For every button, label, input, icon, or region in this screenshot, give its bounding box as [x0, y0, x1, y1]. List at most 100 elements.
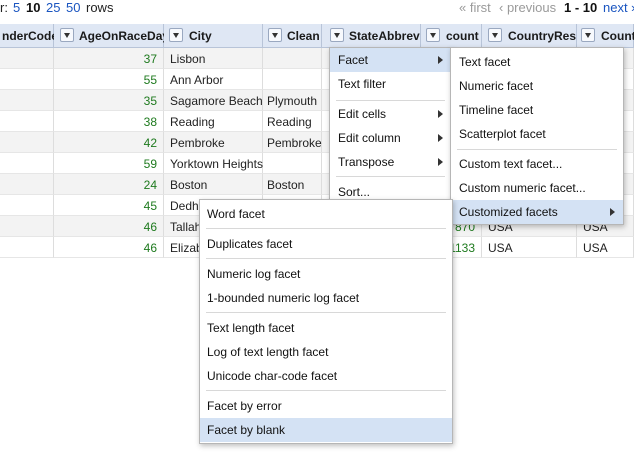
cell-value: Sagamore Beach [170, 94, 263, 108]
cell-value: Plymouth [267, 94, 318, 108]
column-dropdown-icon[interactable] [581, 28, 595, 42]
menu-item-facet-by-blank[interactable]: Facet by blank [200, 418, 452, 442]
table-cell[interactable] [0, 195, 54, 216]
table-cell[interactable] [0, 153, 54, 174]
table-cell[interactable]: 59 [54, 153, 164, 174]
table-cell[interactable]: 38 [54, 111, 164, 132]
column-header-ageonraceday[interactable]: AgeOnRaceDay [54, 24, 169, 48]
column-header-label: Clean [287, 29, 320, 43]
column-header-city[interactable]: City [164, 24, 263, 48]
customized-facets-submenu: Word facet Duplicates facet Numeric log … [199, 199, 453, 444]
table-cell[interactable]: Boston [263, 174, 322, 195]
cell-value: 37 [143, 52, 157, 66]
menu-item-facet-by-error[interactable]: Facet by error [200, 394, 452, 418]
menu-item-transpose[interactable]: Transpose [330, 150, 451, 174]
menu-item-numeric-facet[interactable]: Numeric facet [451, 74, 623, 98]
column-header-label: nderCode [2, 29, 59, 43]
table-cell[interactable]: Boston [164, 174, 263, 195]
menu-separator [206, 390, 446, 391]
chevron-right-icon [438, 158, 443, 166]
menu-item-text-facet[interactable]: Text facet [451, 50, 623, 74]
table-cell[interactable]: 46 [54, 216, 164, 237]
table-cell[interactable] [0, 216, 54, 237]
first-page-link[interactable]: « first [459, 0, 491, 15]
previous-page-link[interactable]: ‹ previous [499, 0, 556, 15]
menu-item-custom-text-facet[interactable]: Custom text facet... [451, 152, 623, 176]
menu-item-label: Numeric facet [459, 79, 534, 93]
table-cell[interactable]: 46 [54, 237, 164, 258]
menu-item-numeric-log-facet[interactable]: Numeric log facet [200, 262, 452, 286]
cell-value: Reading [267, 115, 312, 129]
chevron-right-icon [438, 56, 443, 64]
column-dropdown-icon[interactable] [268, 28, 282, 42]
menu-item-label: Facet by error [207, 399, 282, 413]
column-dropdown-icon[interactable] [330, 28, 344, 42]
menu-separator [336, 100, 445, 101]
column-dropdown-icon[interactable] [60, 28, 74, 42]
table-cell[interactable]: 37 [54, 48, 164, 69]
menu-item-bounded-numeric-log-facet[interactable]: 1-bounded numeric log facet [200, 286, 452, 310]
menu-item-log-text-length-facet[interactable]: Log of text length facet [200, 340, 452, 364]
column-header-country[interactable]: Count [577, 24, 634, 48]
table-cell[interactable] [0, 111, 54, 132]
table-cell[interactable]: Yorktown Heights [164, 153, 263, 174]
table-cell[interactable]: 35 [54, 90, 164, 111]
column-dropdown-icon[interactable] [488, 28, 502, 42]
menu-item-word-facet[interactable]: Word facet [200, 202, 452, 226]
table-cell[interactable]: Sagamore Beach [164, 90, 263, 111]
table-cell[interactable]: 42 [54, 132, 164, 153]
cell-value: Boston [267, 178, 305, 192]
table-cell[interactable]: Reading [164, 111, 263, 132]
menu-item-scatterplot-facet[interactable]: Scatterplot facet [451, 122, 623, 146]
table-cell[interactable]: 45 [54, 195, 164, 216]
table-cell[interactable] [0, 237, 54, 258]
menu-item-text-length-facet[interactable]: Text length facet [200, 316, 452, 340]
table-cell[interactable]: Ann Arbor [164, 69, 263, 90]
column-dropdown-icon[interactable] [426, 28, 440, 42]
cell-value: 38 [143, 115, 157, 129]
menu-item-edit-cells[interactable]: Edit cells [330, 102, 451, 126]
table-cell[interactable] [263, 69, 322, 90]
menu-item-duplicates-facet[interactable]: Duplicates facet [200, 232, 452, 256]
cell-value: 35 [143, 94, 157, 108]
menu-item-label: Transpose [338, 155, 395, 169]
table-cell[interactable]: USA [577, 237, 634, 258]
table-cell[interactable] [0, 69, 54, 90]
table-cell[interactable] [0, 90, 54, 111]
menu-item-unicode-char-code-facet[interactable]: Unicode char-code facet [200, 364, 452, 388]
table-cell[interactable] [0, 48, 54, 69]
table-cell[interactable] [263, 48, 322, 69]
table-cell[interactable] [263, 153, 322, 174]
column-header-count[interactable]: count [421, 24, 482, 48]
table-cell[interactable]: 24 [54, 174, 164, 195]
table-cell[interactable]: USA [482, 237, 577, 258]
table-cell[interactable] [0, 174, 54, 195]
column-header-stateabbrev[interactable]: StateAbbrev [322, 24, 421, 48]
page-size-25[interactable]: 25 [46, 0, 60, 15]
table-cell[interactable]: Plymouth [263, 90, 322, 111]
column-header-clean[interactable]: Clean [263, 24, 322, 48]
menu-item-label: Log of text length facet [207, 345, 329, 359]
column-header-countryres[interactable]: CountryRes [482, 24, 577, 48]
pager-prefix: r: [0, 0, 8, 15]
table-cell[interactable] [0, 132, 54, 153]
menu-item-customized-facets[interactable]: Customized facets [451, 200, 623, 224]
column-header-gendercode[interactable]: nderCode [0, 24, 58, 48]
menu-item-text-filter[interactable]: Text filter [330, 72, 451, 96]
next-page-link[interactable]: next › [603, 0, 634, 15]
page-size-5[interactable]: 5 [13, 0, 20, 15]
table-cell[interactable]: 55 [54, 69, 164, 90]
table-cell[interactable]: Reading [263, 111, 322, 132]
table-cell[interactable]: Pembroke [263, 132, 322, 153]
menu-item-edit-column[interactable]: Edit column [330, 126, 451, 150]
table-cell[interactable]: Lisbon [164, 48, 263, 69]
page-size-10[interactable]: 10 [26, 0, 40, 15]
menu-item-timeline-facet[interactable]: Timeline facet [451, 98, 623, 122]
menu-item-label: Edit column [338, 131, 401, 145]
column-dropdown-icon[interactable] [169, 28, 183, 42]
table-cell[interactable]: Pembroke [164, 132, 263, 153]
page-size-50[interactable]: 50 [66, 0, 80, 15]
menu-item-facet[interactable]: Facet [330, 48, 451, 72]
menu-item-custom-numeric-facet[interactable]: Custom numeric facet... [451, 176, 623, 200]
chevron-right-icon [438, 134, 443, 142]
